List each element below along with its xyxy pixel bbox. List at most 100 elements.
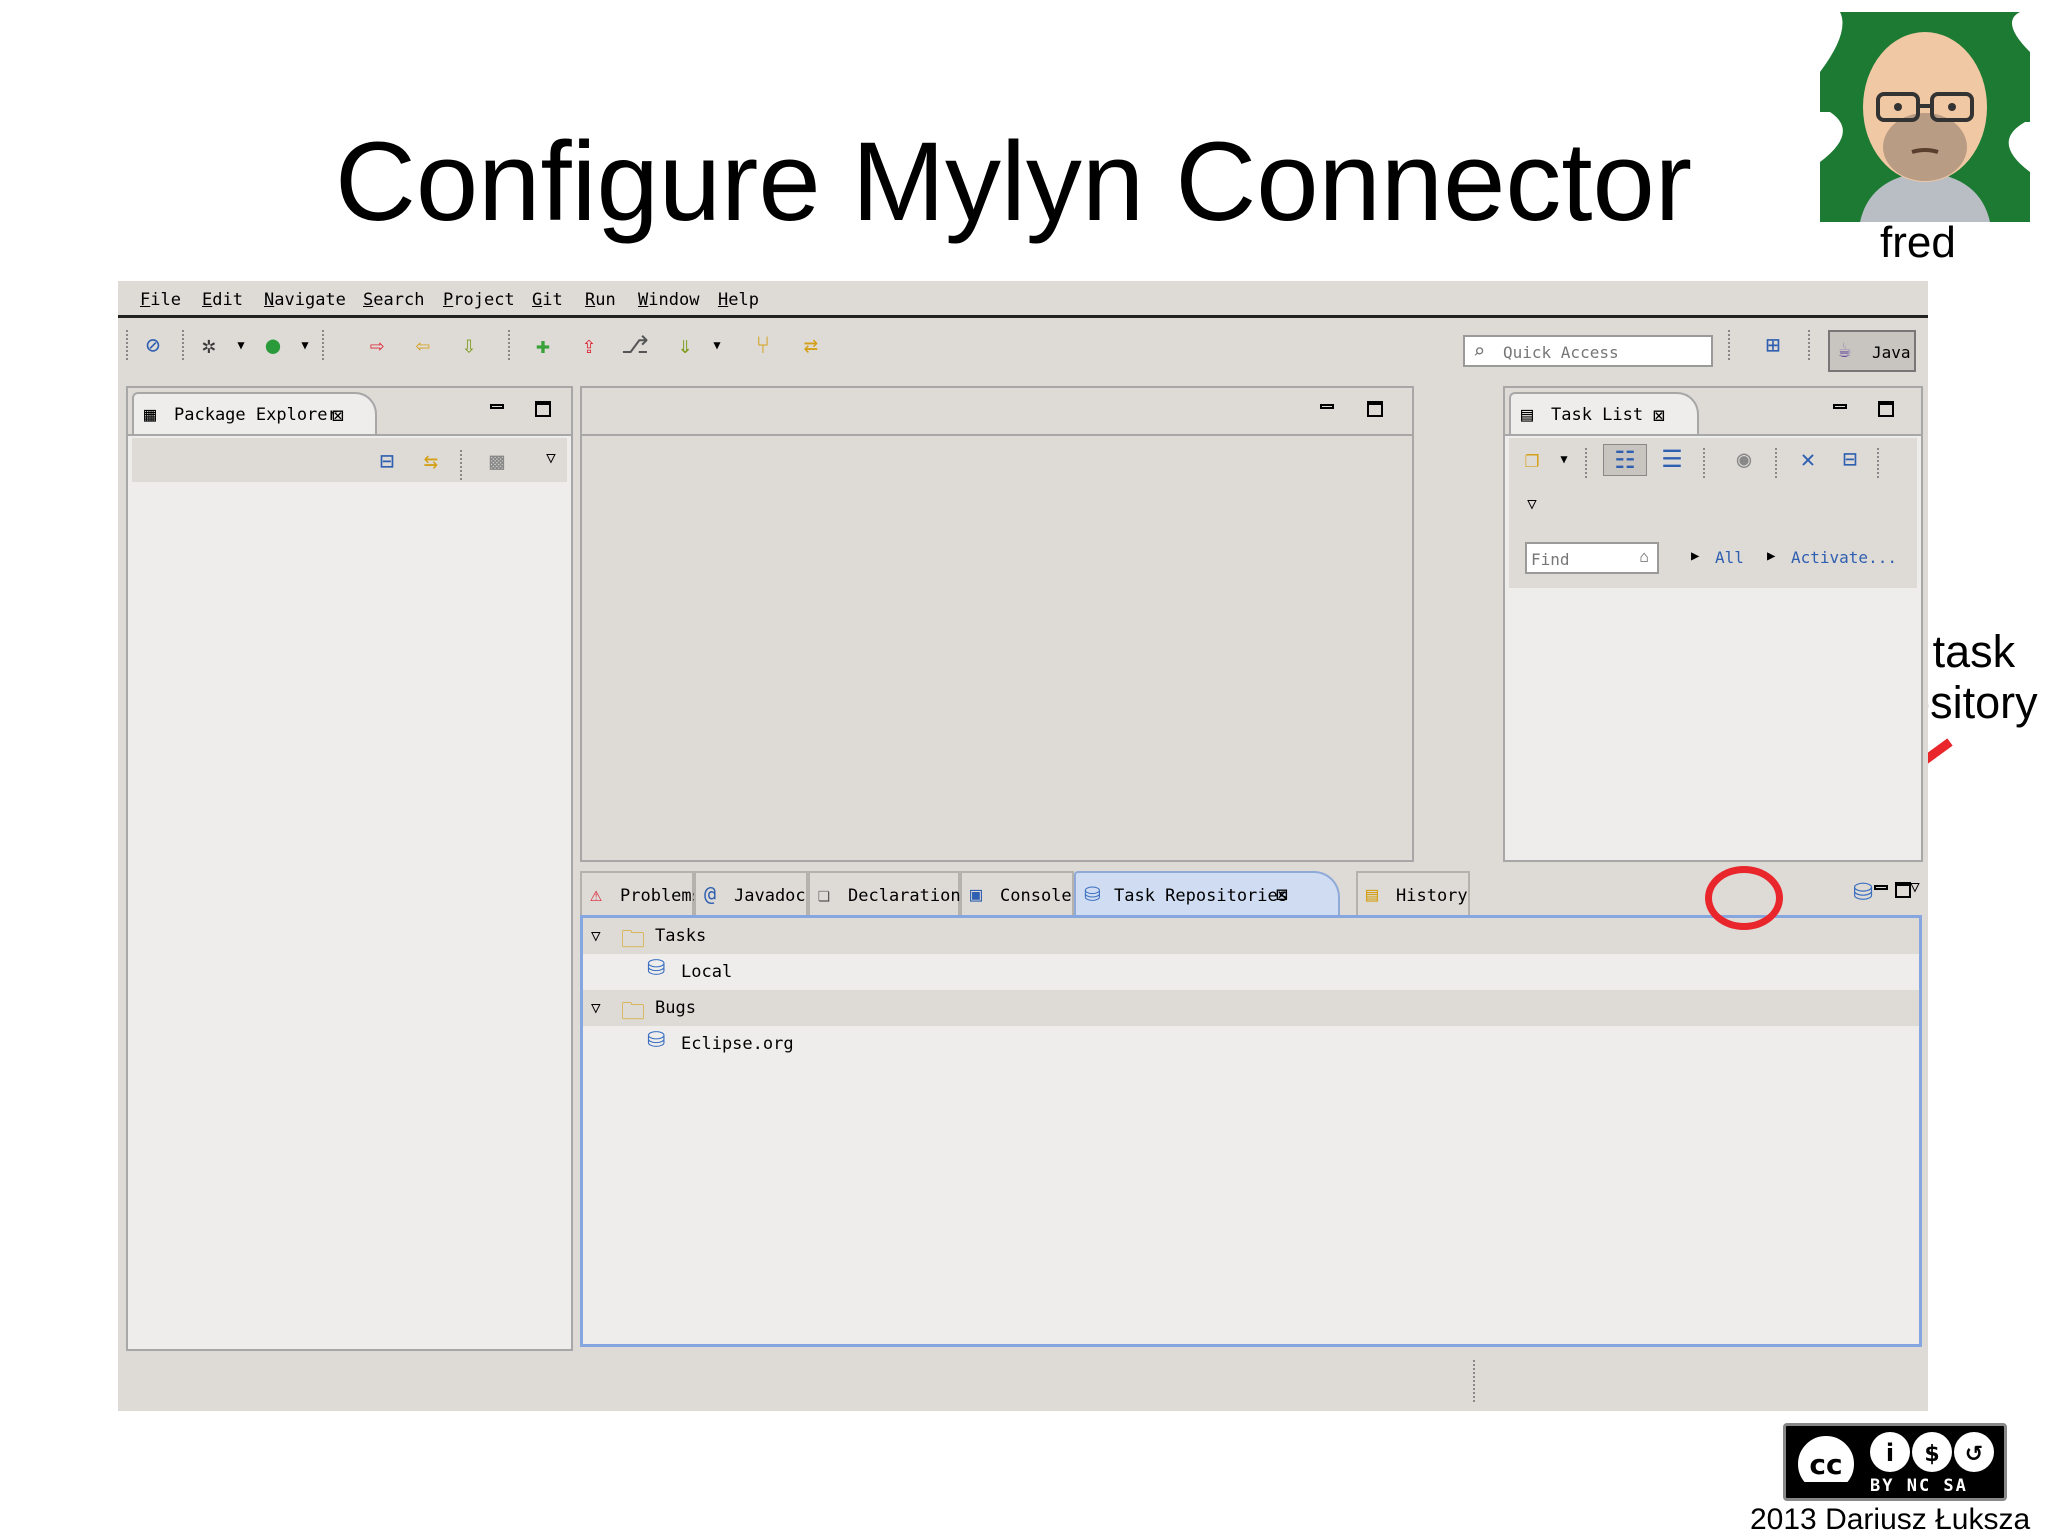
git-push-icon[interactable]: ⇪ (574, 330, 604, 360)
task-list-panel: ▤ Task List ⊠ ❐ ▼ ☷ ☰ ◉ ✕ ⊟ ▽ Find ⌂ ▶ A… (1503, 386, 1923, 862)
java-perspective-icon: ☕ (1838, 338, 1852, 363)
new-task-dropdown-icon[interactable]: ▼ (1549, 444, 1579, 474)
folder-icon: 🗀 (621, 925, 645, 953)
run-icon[interactable]: ● (258, 330, 288, 360)
categorized-icon[interactable]: ☷ (1603, 444, 1647, 476)
menu-run[interactable]: Run (585, 290, 616, 310)
menu-project[interactable]: Project (443, 290, 515, 310)
collapse-all-icon[interactable]: ⊟ (372, 446, 402, 476)
tab-declaration[interactable]: ❏ Declaration (808, 871, 961, 915)
status-separator (1473, 1360, 1477, 1402)
activate-link[interactable]: Activate... (1791, 548, 1897, 567)
menu-window[interactable]: Window (638, 290, 699, 310)
history-icon: ▤ (1366, 882, 1379, 906)
eclipse-window: File Edit Navigate Search Project Git Ru… (118, 278, 1928, 1411)
expand-icon[interactable]: ▽ (591, 926, 601, 945)
skip-breakpoints-icon[interactable]: ⊘ (138, 330, 168, 360)
git-dropdown-icon[interactable]: ▼ (702, 330, 732, 360)
package-explorer-panel: ▦ Package Explorer ⊠ ⊟ ⇆ ▩ ▽ (126, 386, 573, 1351)
repository-icon: ⛁ (647, 1028, 666, 1053)
declaration-icon: ❏ (818, 882, 831, 906)
javadoc-icon: @ (704, 882, 717, 906)
close-icon[interactable]: ⊠ (332, 403, 344, 427)
scheduled-icon[interactable]: ☰ (1657, 444, 1687, 474)
slide-title: Configure Mylyn Connector (335, 119, 1693, 244)
tab-problems[interactable]: ⚠ Problems (580, 871, 702, 915)
maximize-icon[interactable] (1875, 398, 1897, 420)
maximize-icon[interactable] (532, 398, 554, 420)
new-icon[interactable]: ✚ (528, 330, 558, 360)
hide-completed-icon[interactable]: ✕ (1793, 444, 1823, 474)
menu-navigate[interactable]: Navigate (264, 290, 346, 310)
quick-access-placeholder: Quick Access (1503, 343, 1619, 362)
tab-task-list-label: Task List (1551, 405, 1644, 425)
quick-access-input[interactable]: ⌕ Quick Access (1463, 335, 1713, 367)
close-icon[interactable]: ⊠ (1276, 882, 1288, 906)
avatar-face-icon (1820, 12, 2030, 222)
toolbar-separator (182, 330, 186, 360)
clear-filter-icon[interactable]: ⌂ (1639, 547, 1649, 566)
task-list-header: ▤ Task List ⊠ (1505, 388, 1921, 436)
toolbar-separator (1775, 448, 1779, 478)
tree-group-bugs[interactable]: ▽ 🗀 Bugs (583, 990, 1919, 1026)
open-task-icon[interactable]: ⇦ (408, 330, 438, 360)
open-type-icon[interactable]: ⇨ (362, 330, 392, 360)
package-explorer-toolbar: ⊟ ⇆ ▩ ▽ (132, 438, 567, 482)
filter-all-link[interactable]: All (1715, 548, 1744, 567)
git-sync-icon[interactable]: ⇄ (796, 330, 826, 360)
new-task-icon[interactable]: ❐ (1517, 444, 1547, 474)
editor-header (582, 388, 1412, 436)
link-with-editor-icon[interactable]: ⇆ (416, 446, 446, 476)
menu-git[interactable]: Git (532, 290, 563, 310)
debug-dropdown-icon[interactable]: ▼ (226, 330, 256, 360)
git-fetch-icon[interactable]: ⎇ (620, 330, 650, 360)
git-pull-icon[interactable]: ⇓ (670, 330, 700, 360)
tree-group-tasks[interactable]: ▽ 🗀 Tasks (583, 918, 1919, 954)
run-dropdown-icon[interactable]: ▼ (290, 330, 320, 360)
highlight-ring (1705, 866, 1783, 930)
tab-console-label: Console (1000, 886, 1072, 906)
tab-task-list[interactable]: ▤ Task List ⊠ (1509, 392, 1699, 434)
tab-package-explorer[interactable]: ▦ Package Explorer ⊠ (132, 392, 377, 434)
toolbar-separator (1585, 448, 1589, 478)
tab-console[interactable]: ▣ Console (960, 871, 1074, 915)
java-perspective-label: Java (1872, 343, 1911, 362)
tree-item-eclipse-org[interactable]: ⛁ Eclipse.org (583, 1026, 1919, 1062)
maximize-icon[interactable] (1892, 879, 1914, 901)
minimize-icon[interactable] (486, 398, 508, 420)
tab-javadoc-label: Javadoc (734, 886, 806, 906)
open-perspective-icon[interactable]: ⊞ (1758, 330, 1788, 360)
tab-package-explorer-label: Package Explorer (174, 405, 338, 425)
focus-icon[interactable]: ▩ (482, 446, 512, 476)
tab-history[interactable]: ▤ History (1356, 871, 1470, 915)
view-menu-icon[interactable]: ▽ (1517, 488, 1547, 518)
svg-text:cc: cc (1809, 1448, 1842, 1481)
minimize-icon[interactable] (1316, 398, 1338, 420)
menu-search[interactable]: Search (363, 290, 424, 310)
open-resource-icon[interactable]: ⇩ (454, 330, 484, 360)
avatar (1820, 12, 2030, 222)
tab-history-label: History (1396, 886, 1468, 906)
package-explorer-header: ▦ Package Explorer ⊠ (128, 388, 571, 436)
avatar-name: fred (1880, 218, 1956, 267)
tab-javadoc[interactable]: @ Javadoc (694, 871, 808, 915)
expand-icon[interactable]: ▽ (591, 998, 601, 1017)
expand-arrow-icon: ▶ (1691, 548, 1700, 564)
tree-item-local[interactable]: ⛁ Local (583, 954, 1919, 990)
expand-arrow-icon: ▶ (1767, 548, 1776, 564)
minimize-icon[interactable] (1829, 398, 1851, 420)
tab-task-repositories[interactable]: ⛁ Task Repositories ⊠ (1074, 871, 1340, 915)
find-input[interactable]: Find ⌂ (1525, 542, 1659, 574)
menu-file[interactable]: File (140, 290, 181, 310)
collapse-all-icon[interactable]: ⊟ (1835, 444, 1865, 474)
close-icon[interactable]: ⊠ (1653, 403, 1665, 427)
maximize-icon[interactable] (1364, 398, 1386, 420)
menu-help[interactable]: Help (718, 290, 759, 310)
java-perspective-button[interactable]: ☕ Java (1828, 330, 1916, 372)
git-merge-icon[interactable]: ⑂ (748, 330, 778, 360)
view-menu-icon[interactable]: ▽ (536, 442, 566, 472)
minimize-icon[interactable] (1870, 879, 1892, 901)
focus-workweek-icon[interactable]: ◉ (1729, 444, 1759, 474)
menu-edit[interactable]: Edit (202, 290, 243, 310)
debug-icon[interactable]: ✲ (194, 330, 224, 360)
